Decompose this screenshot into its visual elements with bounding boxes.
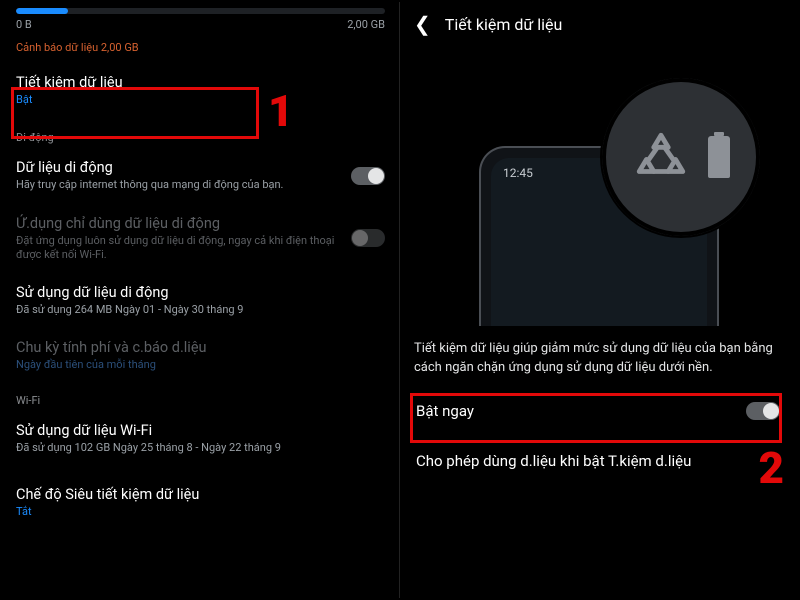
enable-now-label: Bật ngay [416,402,474,420]
billing-cycle-sub: Ngày đầu tiên của mỗi tháng [16,358,385,372]
illustration: 12:45 [414,56,784,326]
allow-data-while-saving-label: Cho phép dùng d.liệu khi bật T.kiệm d.li… [416,452,691,470]
enable-now-item[interactable]: Bật ngay [400,386,798,436]
topbar: ❮ Tiết kiệm dữ liệu [400,2,798,46]
mobile-data-title: Dữ liệu di động [16,159,339,176]
section-wifi: Wi-Fi [2,384,399,411]
mobile-usage-sub: Đã sử dụng 264 MB Ngày 01 - Ngày 30 thán… [16,303,385,317]
data-saver-title: Tiết kiệm dữ liệu [16,74,385,91]
only-mobile-data-title: Ứ.dụng chỉ dùng dữ liệu di động [16,215,339,232]
data-saver-description: Tiết kiệm dữ liệu giúp giảm mức sử dụng … [400,326,798,386]
progress-end-label: 2,00 GB [347,18,385,31]
page-title: Tiết kiệm dữ liệu [445,15,563,34]
only-mobile-data-toggle [351,229,385,247]
recycle-icon [632,128,690,186]
section-mobile: Di động [2,121,399,148]
data-saver-state: Bật [16,93,385,107]
data-warning: Cảnh báo dữ liệu 2,00 GB [2,31,399,60]
ultra-data-saving-state: Tắt [16,505,385,519]
mobile-data-sub: Hãy truy cập internet thông qua mạng di … [16,178,339,192]
mobile-data-toggle[interactable] [351,167,385,185]
mobile-usage-title: Sử dụng dữ liệu di động [16,284,385,301]
billing-cycle-title: Chu kỳ tính phí và c.báo d.liệu [16,339,385,356]
billing-cycle-item[interactable]: Chu kỳ tính phí và c.báo d.liệu Ngày đầu… [2,328,399,383]
wifi-usage-title: Sử dụng dữ liệu Wi-Fi [16,422,385,439]
back-icon[interactable]: ❮ [414,14,431,34]
mobile-usage-item[interactable]: Sử dụng dữ liệu di động Đã sử dụng 264 M… [2,273,399,328]
data-usage-progress: 0 B 2,00 GB [2,2,399,31]
data-saver-item[interactable]: Tiết kiệm dữ liệu Bật [2,60,399,121]
mobile-data-item[interactable]: Dữ liệu di động Hãy truy cập internet th… [2,148,399,203]
only-mobile-data-item: Ứ.dụng chỉ dùng dữ liệu di động Đặt ứng … [2,204,399,274]
ultra-data-saving-item[interactable]: Chế độ Siêu tiết kiệm dữ liệu Tắt [2,466,399,530]
progress-track [16,8,385,14]
battery-icon [708,136,730,178]
progress-start-label: 0 B [16,18,32,31]
wifi-usage-item[interactable]: Sử dụng dữ liệu Wi-Fi Đã sử dụng 102 GB … [2,411,399,466]
phone-time: 12:45 [503,166,533,180]
enable-now-toggle[interactable] [746,402,780,420]
data-saver-screen: ❮ Tiết kiệm dữ liệu 12:45 [400,2,798,598]
only-mobile-data-sub: Đặt ứng dụng luôn sử dụng dữ liệu di độn… [16,234,339,263]
allow-data-while-saving-item[interactable]: Cho phép dùng d.liệu khi bật T.kiệm d.li… [400,436,798,486]
settings-data-usage-screen: 0 B 2,00 GB Cảnh báo dữ liệu 2,00 GB Tiế… [2,2,400,598]
ultra-data-saving-title: Chế độ Siêu tiết kiệm dữ liệu [16,486,385,503]
progress-fill [16,8,68,14]
wifi-usage-sub: Đã sử dụng 102 GB Ngày 25 tháng 8 - Ngày… [16,441,385,455]
magnifier-lens [600,76,762,238]
